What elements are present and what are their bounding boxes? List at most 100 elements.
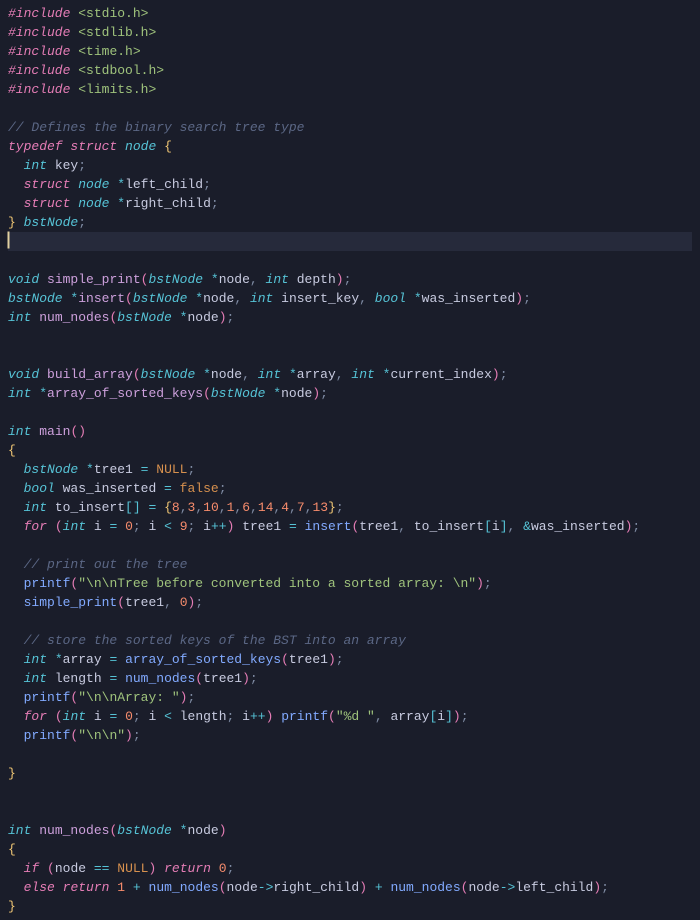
code-token: * (39, 386, 47, 401)
code-token: -> (258, 880, 274, 895)
code-line[interactable]: for (int i = 0; i < 9; i++) tree1 = inse… (8, 517, 692, 536)
code-token: printf (281, 709, 328, 724)
code-token: i (492, 519, 500, 534)
code-line[interactable]: else return 1 + num_nodes(node->right_ch… (8, 878, 692, 897)
code-line[interactable] (8, 346, 692, 365)
code-token: ) (219, 823, 227, 838)
code-token: * (203, 367, 211, 382)
code-token: #include (8, 25, 70, 40)
code-line[interactable]: int num_nodes(bstNode *node); (8, 308, 692, 327)
code-line[interactable] (8, 327, 692, 346)
code-token: ) (593, 880, 601, 895)
code-token: ( (117, 595, 125, 610)
code-line[interactable]: bstNode *insert(bstNode *node, int inser… (8, 289, 692, 308)
code-line[interactable] (8, 745, 692, 764)
code-token (8, 671, 24, 686)
code-line[interactable] (8, 802, 692, 821)
code-line[interactable]: { (8, 840, 692, 859)
code-line[interactable]: if (node == NULL) return 0; (8, 859, 692, 878)
code-line[interactable]: struct node *right_child; (8, 194, 692, 213)
code-token (39, 861, 47, 876)
code-line[interactable]: { (8, 441, 692, 460)
code-token: ; (203, 177, 211, 192)
code-line[interactable]: bool was_inserted = false; (8, 479, 692, 498)
code-token: node (125, 139, 156, 154)
code-token: i (86, 709, 109, 724)
code-line[interactable]: int length = num_nodes(tree1); (8, 669, 692, 688)
code-token (515, 519, 523, 534)
code-line[interactable] (8, 232, 692, 251)
code-token: num_nodes (149, 880, 219, 895)
code-line[interactable] (8, 99, 692, 118)
code-token: node (281, 386, 312, 401)
code-line[interactable]: void simple_print(bstNode *node, int dep… (8, 270, 692, 289)
code-token: int (266, 272, 289, 287)
code-token: * (117, 196, 125, 211)
code-line[interactable]: int *array_of_sorted_keys(bstNode *node)… (8, 384, 692, 403)
code-line[interactable]: void build_array(bstNode *node, int *arr… (8, 365, 692, 384)
code-token (156, 139, 164, 154)
code-token (172, 519, 180, 534)
code-line[interactable]: struct node *left_child; (8, 175, 692, 194)
code-token: ; (211, 196, 219, 211)
code-line[interactable]: int num_nodes(bstNode *node) (8, 821, 692, 840)
code-line[interactable]: simple_print(tree1, 0); (8, 593, 692, 612)
text-cursor (8, 232, 9, 248)
code-editor[interactable]: #include <stdio.h>#include <stdlib.h>#in… (0, 0, 700, 920)
code-line[interactable]: for (int i = 0; i < length; i++) printf(… (8, 707, 692, 726)
code-token: num_nodes (39, 823, 109, 838)
code-line[interactable]: // store the sorted keys of the BST into… (8, 631, 692, 650)
code-line[interactable]: printf("\n\nArray: "); (8, 688, 692, 707)
code-token (39, 367, 47, 382)
code-token: tree1 (125, 595, 164, 610)
code-token: * (289, 367, 297, 382)
code-token: } (8, 766, 16, 781)
code-line[interactable]: #include <time.h> (8, 42, 692, 61)
code-line[interactable]: // Defines the binary search tree type (8, 118, 692, 137)
code-token: , (359, 291, 367, 306)
code-line[interactable] (8, 403, 692, 422)
code-token: bstNode (117, 310, 172, 325)
code-token: 0 (180, 595, 188, 610)
code-token: void (8, 272, 39, 287)
code-token: length (172, 709, 227, 724)
code-token (39, 272, 47, 287)
code-token: "\n\n" (78, 728, 125, 743)
code-token: , (289, 500, 297, 515)
code-token (117, 519, 125, 534)
code-token: int (258, 367, 281, 382)
code-line[interactable]: #include <stdlib.h> (8, 23, 692, 42)
code-line[interactable]: #include <limits.h> (8, 80, 692, 99)
code-token: ] (500, 519, 508, 534)
code-line[interactable]: printf("\n\nTree before converted into a… (8, 574, 692, 593)
code-line[interactable]: } bstNode; (8, 213, 692, 232)
code-line[interactable]: #include <stdio.h> (8, 4, 692, 23)
code-token: { (8, 443, 16, 458)
code-token: bstNode (141, 367, 196, 382)
code-token: i (195, 519, 211, 534)
code-token: * (273, 386, 281, 401)
code-token: ) (453, 709, 461, 724)
code-token (8, 728, 24, 743)
code-line[interactable]: #include <stdbool.h> (8, 61, 692, 80)
code-token (375, 367, 383, 382)
code-token: struct (70, 139, 117, 154)
code-line[interactable]: int key; (8, 156, 692, 175)
code-token: return (164, 861, 211, 876)
code-token: * (414, 291, 422, 306)
code-line[interactable]: } (8, 764, 692, 783)
code-line[interactable]: typedef struct node { (8, 137, 692, 156)
code-line[interactable]: int main() (8, 422, 692, 441)
code-line[interactable] (8, 783, 692, 802)
code-line[interactable]: int to_insert[] = {8,3,10,1,6,14,4,7,13}… (8, 498, 692, 517)
code-line[interactable]: bstNode *tree1 = NULL; (8, 460, 692, 479)
code-line[interactable]: printf("\n\n"); (8, 726, 692, 745)
code-line[interactable]: int *array = array_of_sorted_keys(tree1)… (8, 650, 692, 669)
code-token: insert_key (273, 291, 359, 306)
code-line[interactable] (8, 251, 692, 270)
code-line[interactable]: } (8, 897, 692, 916)
code-line[interactable] (8, 536, 692, 555)
code-line[interactable] (8, 612, 692, 631)
code-token: 13 (312, 500, 328, 515)
code-line[interactable]: // print out the tree (8, 555, 692, 574)
